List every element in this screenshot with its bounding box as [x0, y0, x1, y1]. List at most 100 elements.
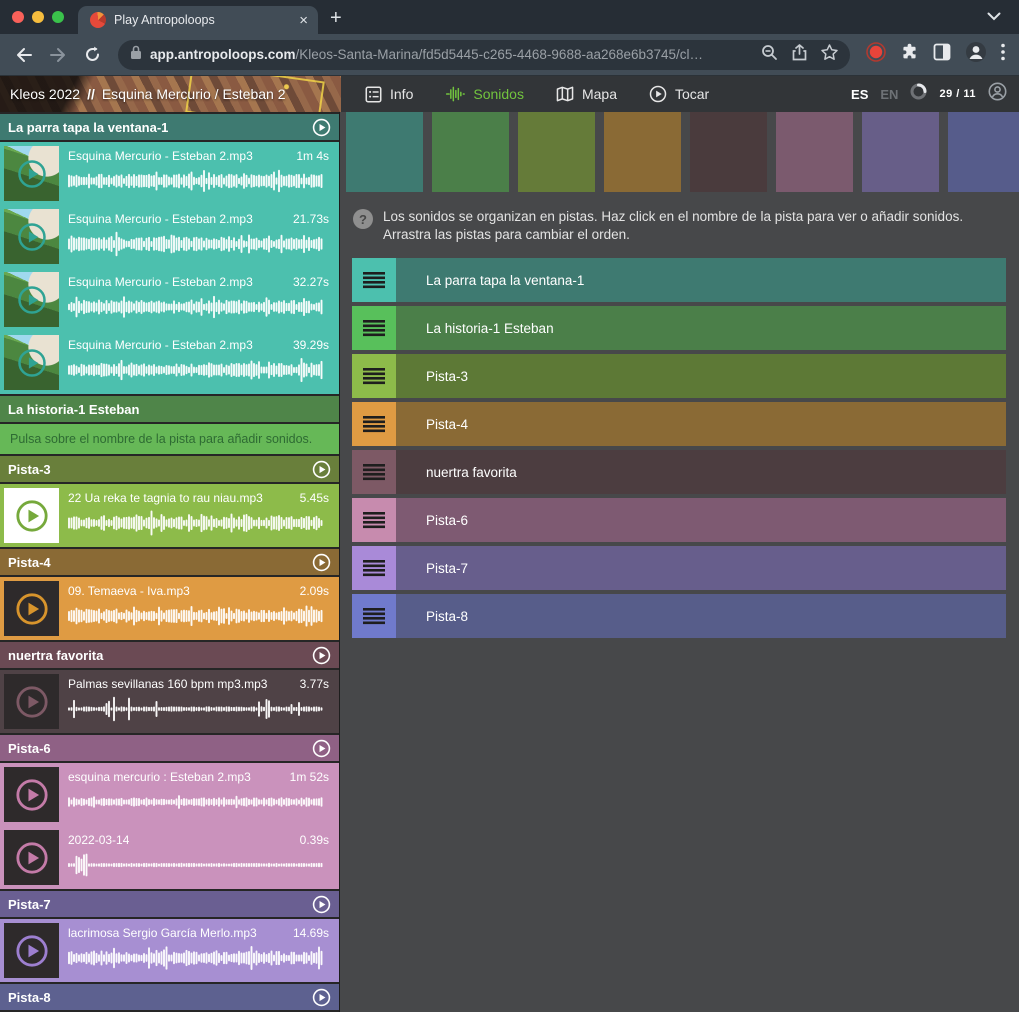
drag-handle[interactable] — [352, 258, 396, 302]
track-row[interactable]: Pista-7 — [352, 546, 1006, 590]
profile-avatar-icon[interactable] — [965, 41, 987, 68]
reload-icon[interactable] — [78, 41, 106, 69]
track-row-body[interactable]: Pista-6 — [396, 498, 1006, 542]
new-tab-button[interactable]: + — [330, 7, 342, 30]
drag-handle[interactable] — [352, 594, 396, 638]
nav-item-sonidos[interactable]: Sonidos — [429, 76, 540, 112]
side-panel-icon[interactable] — [933, 43, 951, 66]
audio-clip[interactable]: Esquina Mercurio - Esteban 2.mp339.29s — [0, 331, 339, 394]
track-play-button[interactable] — [312, 739, 331, 758]
drag-handle[interactable] — [352, 306, 396, 350]
drag-handle[interactable] — [352, 402, 396, 446]
lang-es-button[interactable]: ES — [851, 87, 868, 102]
clip-title-row: Esquina Mercurio - Esteban 2.mp31m 4s — [68, 149, 329, 163]
recording-indicator-icon[interactable] — [866, 42, 886, 67]
track-row[interactable]: La parra tapa la ventana-1 — [352, 258, 1006, 302]
track-header[interactable]: Pista-4 — [0, 549, 339, 575]
track-row-body[interactable]: Pista-3 — [396, 354, 1006, 398]
track-row-body[interactable]: Pista-7 — [396, 546, 1006, 590]
clip-thumbnail — [4, 209, 59, 264]
drag-handle[interactable] — [352, 546, 396, 590]
clip-play-icon[interactable] — [17, 159, 47, 189]
clip-play-icon[interactable] — [17, 222, 47, 252]
clip-play-icon[interactable] — [17, 285, 47, 315]
clip-thumbnail — [4, 830, 59, 885]
nav-item-tocar[interactable]: Tocar — [633, 76, 725, 112]
track-row-body[interactable]: La historia-1 Esteban — [396, 306, 1006, 350]
track-play-button[interactable] — [312, 895, 331, 914]
kebab-menu-icon[interactable] — [1001, 43, 1005, 66]
clip-play-icon[interactable] — [17, 348, 47, 378]
track-play-button[interactable] — [312, 118, 331, 137]
track-header[interactable]: Pista-3 — [0, 456, 339, 482]
track-row-body[interactable]: nuertra favorita — [396, 450, 1006, 494]
macos-window-controls — [0, 0, 78, 34]
track-header[interactable]: Pista-7 — [0, 891, 339, 917]
clip-play-icon[interactable] — [15, 499, 49, 533]
nav-item-mapa[interactable]: Mapa — [540, 76, 633, 112]
track-row[interactable]: Pista-6 — [352, 498, 1006, 542]
track-row[interactable]: Pista-8 — [352, 594, 1006, 638]
clip-play-icon[interactable] — [15, 778, 49, 812]
forward-icon[interactable] — [44, 41, 72, 69]
clip-title-row: Esquina Mercurio - Esteban 2.mp321.73s — [68, 212, 329, 226]
extensions-puzzle-icon[interactable] — [900, 43, 919, 67]
clip-play-icon[interactable] — [15, 685, 49, 719]
track-row[interactable]: Pista-3 — [352, 354, 1006, 398]
track-color-swatch — [518, 112, 595, 192]
track-row[interactable]: La historia-1 Esteban — [352, 306, 1006, 350]
audio-clip[interactable]: esquina mercurio : Esteban 2.mp31m 52s — [0, 763, 339, 826]
audio-clip[interactable]: lacrimosa Sergio García Merlo.mp314.69s — [0, 919, 339, 982]
track-row-name: Pista-3 — [426, 369, 468, 384]
drag-handle[interactable] — [352, 498, 396, 542]
clip-play-icon[interactable] — [15, 934, 49, 968]
close-window-button[interactable] — [12, 11, 24, 23]
clip-info: 09. Temaeva - Iva.mp32.09s — [68, 581, 329, 636]
breadcrumb[interactable]: Kleos 2022 // Esquina Mercurio / Esteban… — [0, 76, 341, 112]
audio-clip[interactable]: Esquina Mercurio - Esteban 2.mp321.73s — [0, 205, 339, 268]
track-row[interactable]: Pista-4 — [352, 402, 1006, 446]
share-icon[interactable] — [792, 44, 807, 66]
zoom-out-icon[interactable] — [761, 44, 778, 66]
track-row-body[interactable]: La parra tapa la ventana-1 — [396, 258, 1006, 302]
track-header[interactable]: La historia-1 Esteban — [0, 396, 339, 422]
tab-close-icon[interactable]: × — [299, 13, 308, 28]
track-play-button[interactable] — [312, 646, 331, 665]
nav-item-info[interactable]: Info — [349, 76, 429, 112]
loops-counter: 29 / 11 — [939, 88, 976, 100]
track-header[interactable]: nuertra favorita — [0, 642, 339, 668]
address-bar[interactable]: app.antropoloops.com/Kleos-Santa-Marina/… — [118, 40, 850, 70]
track-play-button[interactable] — [312, 553, 331, 572]
drag-handle[interactable] — [352, 450, 396, 494]
bookmark-star-icon[interactable] — [821, 44, 838, 65]
track-row-name: La parra tapa la ventana-1 — [426, 273, 584, 288]
track-row[interactable]: nuertra favorita — [352, 450, 1006, 494]
user-account-icon[interactable] — [988, 82, 1007, 106]
track-row-body[interactable]: Pista-8 — [396, 594, 1006, 638]
clip-play-icon[interactable] — [15, 592, 49, 626]
audio-clip[interactable]: Palmas sevillanas 160 bpm mp3.mp33.77s — [0, 670, 339, 733]
minimize-window-button[interactable] — [32, 11, 44, 23]
breadcrumb-separator: // — [87, 86, 95, 102]
audio-clip[interactable]: 09. Temaeva - Iva.mp32.09s — [0, 577, 339, 640]
drag-handle[interactable] — [352, 354, 396, 398]
maximize-window-button[interactable] — [52, 11, 64, 23]
track-play-button[interactable] — [312, 460, 331, 479]
track-header[interactable]: La parra tapa la ventana-1 — [0, 114, 339, 140]
audio-clip[interactable]: 2022-03-140.39s — [0, 826, 339, 889]
browser-tab[interactable]: Play Antropoloops × — [78, 6, 318, 34]
track-row-body[interactable]: Pista-4 — [396, 402, 1006, 446]
audio-clip[interactable]: 22 Ua reka te tagnia to rau niau.mp35.45… — [0, 484, 339, 547]
track-play-button[interactable] — [312, 988, 331, 1007]
lang-en-button[interactable]: EN — [880, 87, 898, 102]
browser-actions — [862, 41, 1009, 68]
audio-clip[interactable]: Esquina Mercurio - Esteban 2.mp31m 4s — [0, 142, 339, 205]
audio-clip[interactable]: Esquina Mercurio - Esteban 2.mp332.27s — [0, 268, 339, 331]
clip-play-icon[interactable] — [15, 841, 49, 875]
back-icon[interactable] — [10, 41, 38, 69]
help-question-icon[interactable]: ? — [353, 209, 373, 229]
track-header[interactable]: Pista-8 — [0, 984, 339, 1010]
chevron-down-icon[interactable] — [987, 8, 1001, 26]
track-header[interactable]: Pista-6 — [0, 735, 339, 761]
breadcrumb-project[interactable]: Kleos 2022 — [10, 86, 80, 102]
